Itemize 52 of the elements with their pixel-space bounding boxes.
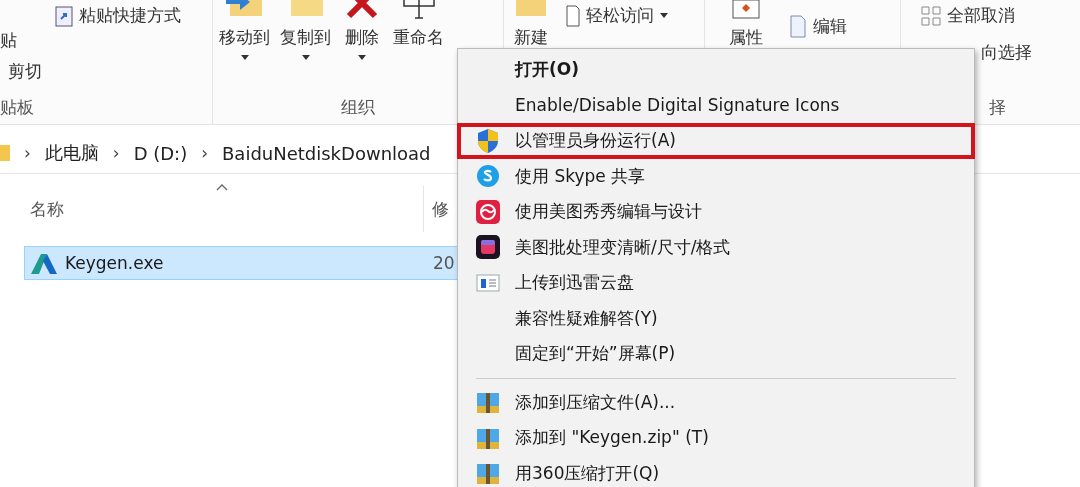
- document-icon: [789, 14, 807, 38]
- app-icon: [31, 252, 57, 274]
- menu-item[interactable]: 兼容性疑难解答(Y): [457, 300, 975, 336]
- file-name: Keygen.exe: [65, 253, 165, 273]
- ribbon-button[interactable]: 删除: [339, 0, 385, 60]
- ribbon-button[interactable]: 新建: [508, 0, 554, 49]
- easy-access-button[interactable]: 轻松访问: [564, 0, 668, 27]
- folder-icon: [0, 143, 10, 163]
- group-label: 组织: [340, 96, 376, 119]
- panel-icon: [476, 273, 500, 292]
- menu-item[interactable]: 添加到 "Keygen.zip" (T): [457, 420, 975, 456]
- app-icon: [476, 235, 500, 260]
- archive-icon: [476, 461, 500, 486]
- select-none-button[interactable]: 全部取消: [921, 4, 1075, 27]
- caret-icon: [301, 55, 310, 60]
- caret-icon: [240, 55, 249, 60]
- menu-item[interactable]: 使用美图秀秀编辑与设计: [457, 194, 975, 230]
- chevron-icon: ›: [201, 143, 208, 163]
- shield-icon: [476, 127, 500, 154]
- paste-shortcut-button[interactable]: 粘贴快捷方式: [0, 0, 212, 27]
- breadcrumb[interactable]: BaiduNetdiskDownload: [222, 142, 431, 164]
- group-label: 择: [988, 96, 1007, 119]
- document-icon: [564, 4, 580, 27]
- breadcrumb[interactable]: 此电脑: [44, 141, 99, 165]
- grid-icon: [921, 5, 941, 26]
- breadcrumb[interactable]: D (D:): [133, 142, 188, 164]
- menu-item[interactable]: 添加到压缩文件(A)...: [457, 384, 975, 420]
- chevron-icon: ›: [24, 143, 31, 163]
- app-icon: [476, 199, 500, 224]
- skype-icon: [476, 164, 500, 189]
- clipboard-icon: [55, 4, 73, 27]
- file-date: 20: [433, 253, 455, 273]
- column-header[interactable]: 名称: [0, 186, 424, 232]
- menu-item[interactable]: 固定到“开始”屏幕(P): [457, 336, 975, 372]
- ribbon-button[interactable]: 移动到: [217, 0, 272, 60]
- menu-item[interactable]: Enable/Disable Digital Signature Icons: [457, 87, 975, 123]
- sort-icon: [216, 184, 228, 191]
- paste-label[interactable]: 贴: [0, 29, 17, 52]
- menu-item[interactable]: 打开(O): [457, 52, 975, 88]
- ribbon-button[interactable]: 重命名: [391, 0, 446, 49]
- archive-icon: [476, 390, 500, 415]
- caret-icon: [358, 55, 366, 60]
- caret-icon: [660, 13, 668, 18]
- group-label: 贴板: [0, 96, 35, 119]
- ribbon-button[interactable]: 复制到: [278, 0, 333, 60]
- menu-item[interactable]: 使用 Skype 共享: [457, 158, 975, 194]
- menu-item[interactable]: 用360压缩打开(Q): [457, 455, 975, 487]
- properties-button[interactable]: 属性: [727, 0, 765, 49]
- cut-button[interactable]: 剪切: [8, 60, 42, 83]
- chevron-icon: ›: [112, 143, 120, 163]
- edit-button[interactable]: 编辑: [789, 0, 847, 38]
- menu-item[interactable]: 以管理员身份运行(A): [457, 123, 975, 159]
